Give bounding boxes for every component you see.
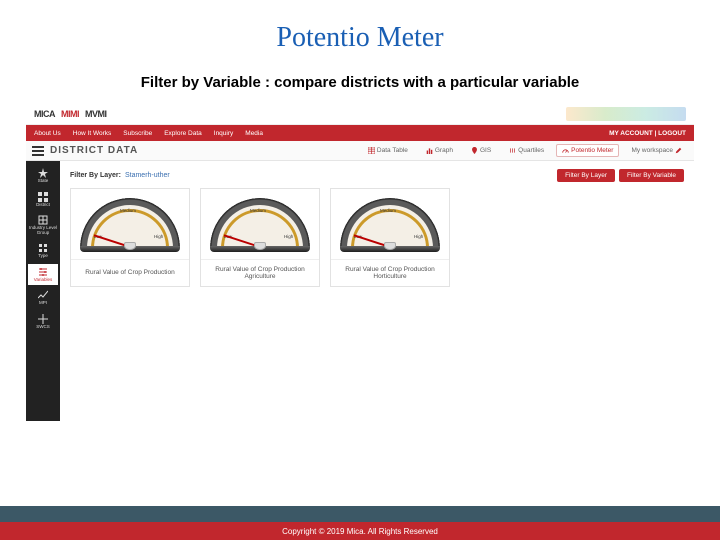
sidebar-item-mpi[interactable]: MPI xyxy=(28,287,58,309)
grid-icon xyxy=(38,192,48,202)
logo-mica: MICA xyxy=(34,109,55,119)
tab-data-table[interactable]: Data Table xyxy=(362,144,414,157)
gauge-box: Low Medium High xyxy=(201,189,319,259)
arrows-icon xyxy=(38,314,48,324)
tab-data-table-label: Data Table xyxy=(377,147,408,154)
sidebar-item-label: Industry Level Group xyxy=(28,226,58,235)
type-icon xyxy=(38,243,48,253)
gauge-caption: Rural Value of Crop Production Agricultu… xyxy=(201,259,319,286)
header-decoration xyxy=(566,107,686,121)
gauge-caption: Rural Value of Crop Production Horticult… xyxy=(331,259,449,286)
nav-account[interactable]: MY ACCOUNT | LOGOUT xyxy=(609,130,686,137)
filter-label: Filter By Layer: xyxy=(70,172,121,179)
tab-potentio-label: Potentio Meter xyxy=(571,147,613,154)
sidebar-item-district[interactable]: District xyxy=(28,189,58,211)
sidebar: State District Industry Level Group Type… xyxy=(26,161,60,421)
slide-subtitle: Filter by Variable : compare districts w… xyxy=(0,74,720,91)
gauge-icon xyxy=(562,147,569,154)
gauge-cards: Low Medium High Rural Value of Crop Prod… xyxy=(70,188,684,287)
star-icon xyxy=(38,168,48,178)
content-area: Filter By Layer: Stamerh-uther Filter By… xyxy=(60,161,694,421)
logo-mvmi: MVMI xyxy=(85,109,107,119)
gauge-tick-med: Medium xyxy=(380,208,396,213)
slide-title: Potentio Meter xyxy=(0,0,720,54)
filter-by-layer-button[interactable]: Filter By Layer xyxy=(557,169,615,182)
logo-bar: MICA MIMI MVMI xyxy=(26,103,694,125)
sidebar-item-state[interactable]: State xyxy=(28,165,58,187)
nav-how[interactable]: How It Works xyxy=(73,130,112,137)
sidebar-item-swcs[interactable]: SWCS xyxy=(28,311,58,333)
gauge-tick-high: High xyxy=(414,234,423,239)
footer-strip xyxy=(0,506,720,522)
nav-subscribe[interactable]: Subscribe xyxy=(123,130,152,137)
gauge: Low Medium High xyxy=(340,196,440,252)
tab-quartiles[interactable]: Quartiles xyxy=(503,144,550,157)
copyright: Copyright © 2019 Mica. All Rights Reserv… xyxy=(0,522,720,540)
hamburger-icon[interactable] xyxy=(32,146,44,156)
box-icon xyxy=(38,215,48,225)
gauge-tick-high: High xyxy=(154,234,163,239)
gauge: Low Medium High xyxy=(80,196,180,252)
filter-row: Filter By Layer: Stamerh-uther Filter By… xyxy=(70,169,684,182)
graph-icon xyxy=(426,147,433,154)
sidebar-item-label: Type xyxy=(38,254,48,259)
sidebar-item-industry[interactable]: Industry Level Group xyxy=(28,212,58,238)
gauge-box: Low Medium High xyxy=(331,189,449,259)
tab-gis-label: GIS xyxy=(480,147,491,154)
gauge-card: Low Medium High Rural Value of Crop Prod… xyxy=(330,188,450,287)
tab-potentio[interactable]: Potentio Meter xyxy=(556,144,619,157)
nav-inquiry[interactable]: Inquiry xyxy=(214,130,234,137)
app-window: MICA MIMI MVMI About Us How It Works Sub… xyxy=(26,103,694,421)
pin-icon xyxy=(471,147,478,154)
gauge-box: Low Medium High xyxy=(71,189,189,259)
nav-about[interactable]: About Us xyxy=(34,130,61,137)
gauge-tick-med: Medium xyxy=(250,208,266,213)
sliders-icon xyxy=(38,267,48,277)
chart-icon xyxy=(38,290,48,300)
gauge: Low Medium High xyxy=(210,196,310,252)
logo-mimi: MIMI xyxy=(61,109,79,119)
tab-gis[interactable]: GIS xyxy=(465,144,497,157)
tab-graph-label: Graph xyxy=(435,147,453,154)
toolbar: DISTRICT DATA Data Table Graph GIS Quart… xyxy=(26,141,694,161)
gauge-card: Low Medium High Rural Value of Crop Prod… xyxy=(200,188,320,287)
tab-quartiles-label: Quartiles xyxy=(518,147,544,154)
tab-workspace-label: My workspace xyxy=(631,147,673,154)
sidebar-item-label: District xyxy=(36,203,50,208)
sidebar-item-label: MPI xyxy=(39,301,47,306)
filter-value[interactable]: Stamerh-uther xyxy=(125,172,170,179)
filter-by-variable-button[interactable]: Filter By Variable xyxy=(619,169,684,182)
nav-explore[interactable]: Explore Data xyxy=(164,130,202,137)
tab-workspace[interactable]: My workspace xyxy=(625,144,688,157)
sidebar-item-label: Variables xyxy=(34,278,52,283)
gauge-caption: Rural Value of Crop Production xyxy=(71,259,189,285)
sidebar-item-variables[interactable]: Variables xyxy=(28,264,58,286)
main-nav: About Us How It Works Subscribe Explore … xyxy=(26,125,694,141)
sidebar-item-type[interactable]: Type xyxy=(28,240,58,262)
page-title: DISTRICT DATA xyxy=(50,145,138,156)
body-row: State District Industry Level Group Type… xyxy=(26,161,694,421)
sidebar-item-label: State xyxy=(38,179,49,184)
sidebar-item-label: SWCS xyxy=(36,325,50,330)
tab-graph[interactable]: Graph xyxy=(420,144,459,157)
gauge-card: Low Medium High Rural Value of Crop Prod… xyxy=(70,188,190,287)
nav-media[interactable]: Media xyxy=(245,130,263,137)
gauge-tick-high: High xyxy=(284,234,293,239)
table-icon xyxy=(368,147,375,154)
quartiles-icon xyxy=(509,147,516,154)
pencil-icon xyxy=(675,147,682,154)
gauge-tick-med: Medium xyxy=(120,208,136,213)
